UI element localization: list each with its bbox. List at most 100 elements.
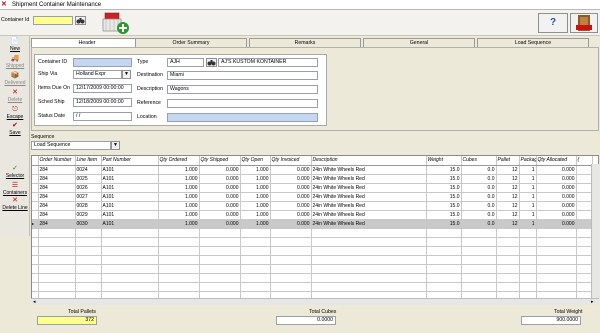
- table-cell[interactable]: 0.000: [536, 174, 577, 184]
- table-cell[interactable]: A101: [101, 192, 159, 202]
- table-cell[interactable]: [75, 282, 102, 292]
- table-cell[interactable]: [536, 273, 577, 283]
- table-cell[interactable]: [311, 282, 427, 292]
- items-due-on-field[interactable]: 12/17/2009 00:00:00: [73, 84, 132, 93]
- table-cell[interactable]: 0.000: [199, 219, 241, 229]
- table-cell[interactable]: 0.000: [270, 183, 312, 193]
- table-cell[interactable]: 1.000: [240, 210, 271, 220]
- table-cell[interactable]: 0.0: [461, 219, 497, 229]
- type-search-button[interactable]: [206, 58, 217, 67]
- table-cell[interactable]: [576, 201, 593, 211]
- table-cell[interactable]: 15.0: [426, 174, 462, 184]
- table-cell[interactable]: [426, 264, 462, 274]
- table-cell[interactable]: [311, 273, 427, 283]
- table-cell[interactable]: [158, 246, 200, 256]
- container-id-input[interactable]: [33, 16, 73, 25]
- table-cell[interactable]: 24in White Wheels Red: [311, 183, 427, 193]
- table-cell[interactable]: 1.000: [158, 165, 200, 175]
- table-cell[interactable]: [199, 255, 241, 265]
- table-cell[interactable]: 0.000: [536, 192, 577, 202]
- table-cell[interactable]: [38, 273, 76, 283]
- table-cell[interactable]: 284: [38, 183, 76, 193]
- table-cell[interactable]: [576, 219, 593, 229]
- table-cell[interactable]: 1: [519, 174, 537, 184]
- table-cell[interactable]: 0.000: [199, 183, 241, 193]
- table-cell[interactable]: [519, 273, 537, 283]
- table-cell[interactable]: 0027: [75, 192, 102, 202]
- tab-order-summary[interactable]: Order Summary: [135, 38, 247, 47]
- table-cell[interactable]: 0.000: [536, 165, 577, 175]
- table-cell[interactable]: 0.0: [461, 174, 497, 184]
- table-cell[interactable]: [75, 228, 102, 238]
- table-row[interactable]: [32, 273, 593, 283]
- table-cell[interactable]: [240, 264, 271, 274]
- table-cell[interactable]: 1.000: [240, 201, 271, 211]
- table-cell[interactable]: [461, 264, 497, 274]
- table-cell[interactable]: 1.000: [240, 165, 271, 175]
- table-cell[interactable]: [461, 255, 497, 265]
- table-cell[interactable]: [576, 282, 593, 292]
- sched-ship-field[interactable]: 12/18/2009 00:00:00: [73, 98, 132, 107]
- toolbar-delete-button[interactable]: ✕ Delete: [2, 89, 28, 103]
- table-cell[interactable]: [576, 165, 593, 175]
- column-header[interactable]: Weight: [426, 156, 462, 166]
- table-cell[interactable]: 0.000: [270, 219, 312, 229]
- column-header[interactable]: Order Number: [38, 156, 76, 166]
- table-cell[interactable]: [101, 273, 159, 283]
- table-cell[interactable]: [270, 255, 312, 265]
- toolbar-new-button[interactable]: 📄 New: [2, 38, 28, 52]
- table-cell[interactable]: [101, 255, 159, 265]
- table-cell[interactable]: [311, 264, 427, 274]
- table-row[interactable]: 284 0028 A101 1.000 0.000 1.000 0.000 24in Whit…: [32, 201, 593, 211]
- table-cell[interactable]: [240, 237, 271, 247]
- table-cell[interactable]: [158, 228, 200, 238]
- table-cell[interactable]: [101, 228, 159, 238]
- table-cell[interactable]: [576, 264, 593, 274]
- toolbar-escape-button[interactable]: ⎋ Escape: [2, 106, 28, 120]
- table-row[interactable]: [32, 237, 593, 247]
- binoculars-search-button[interactable]: [75, 16, 86, 25]
- table-cell[interactable]: 24in White Wheels Red: [311, 174, 427, 184]
- table-cell[interactable]: 0.0: [461, 201, 497, 211]
- table-cell[interactable]: [38, 228, 76, 238]
- table-cell[interactable]: [576, 273, 593, 283]
- table-cell[interactable]: [519, 255, 537, 265]
- container-basket-icon[interactable]: [102, 11, 130, 35]
- table-cell[interactable]: [496, 228, 520, 238]
- table-cell[interactable]: 1.000: [240, 219, 271, 229]
- table-cell[interactable]: 0028: [75, 201, 102, 211]
- column-header[interactable]: Description: [311, 156, 427, 166]
- table-cell[interactable]: [311, 237, 427, 247]
- table-cell[interactable]: A101: [101, 174, 159, 184]
- table-cell[interactable]: [38, 246, 76, 256]
- table-cell[interactable]: 0030: [75, 219, 102, 229]
- table-cell[interactable]: [199, 237, 241, 247]
- table-cell[interactable]: 15.0: [426, 210, 462, 220]
- destination-field[interactable]: Miami: [167, 71, 318, 80]
- table-cell[interactable]: 0.000: [199, 210, 241, 220]
- table-cell[interactable]: [270, 237, 312, 247]
- table-cell[interactable]: 0.000: [199, 192, 241, 202]
- table-cell[interactable]: [158, 255, 200, 265]
- tab-load-sequence[interactable]: Load Sequence: [477, 38, 589, 47]
- table-cell[interactable]: A101: [101, 165, 159, 175]
- table-cell[interactable]: [576, 255, 593, 265]
- table-cell[interactable]: [199, 273, 241, 283]
- column-header[interactable]: Cubes: [461, 156, 497, 166]
- table-cell[interactable]: 0.000: [270, 201, 312, 211]
- table-cell[interactable]: [519, 237, 537, 247]
- table-cell[interactable]: [461, 237, 497, 247]
- column-header[interactable]: Qty Open: [240, 156, 271, 166]
- table-cell[interactable]: [576, 192, 593, 202]
- table-cell[interactable]: 1: [519, 165, 537, 175]
- sequence-select[interactable]: Load Sequence: [31, 141, 111, 150]
- table-cell[interactable]: [75, 255, 102, 265]
- table-cell[interactable]: [75, 246, 102, 256]
- table-cell[interactable]: 1: [519, 192, 537, 202]
- table-row[interactable]: 284 0024 A101 1.000 0.000 1.000 0.000 24in Whit…: [32, 165, 593, 175]
- table-cell[interactable]: [101, 282, 159, 292]
- table-cell[interactable]: 0.000: [199, 201, 241, 211]
- table-cell[interactable]: 15.0: [426, 165, 462, 175]
- table-cell[interactable]: [496, 246, 520, 256]
- table-cell[interactable]: 0.000: [199, 165, 241, 175]
